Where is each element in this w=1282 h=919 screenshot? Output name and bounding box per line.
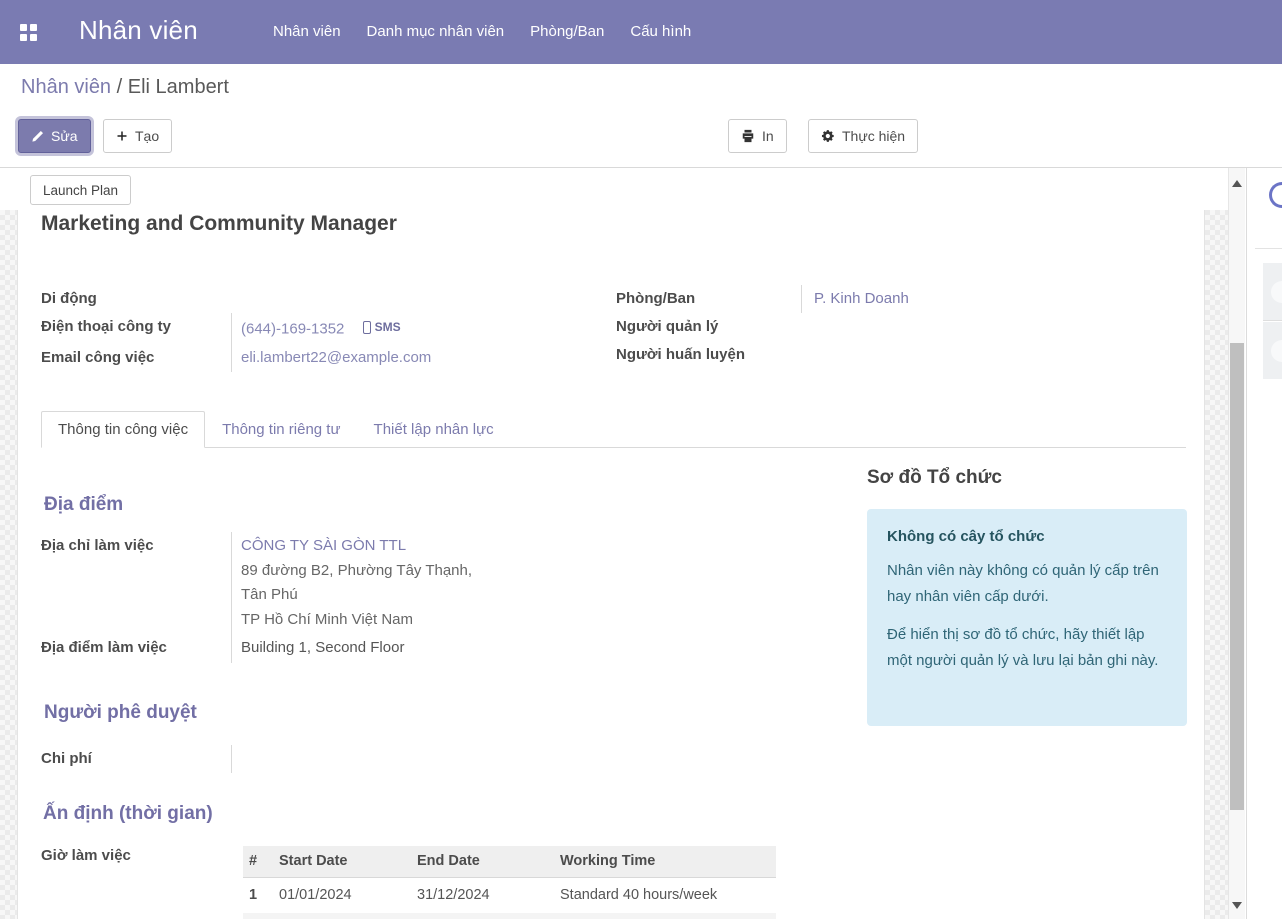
col-end-date: End Date bbox=[411, 846, 554, 877]
cell-end-date: 31/12/2024 bbox=[411, 877, 554, 913]
launch-plan-button[interactable]: Launch Plan bbox=[30, 175, 131, 205]
org-chart-empty-alert: Không có cây tổ chức Nhân viên này không… bbox=[867, 509, 1187, 726]
scrollbar-down-arrow[interactable] bbox=[1232, 902, 1242, 909]
cell-index: 1 bbox=[243, 877, 273, 913]
work-phone-value: (644)-169-1352 SMS bbox=[231, 313, 607, 344]
edit-button[interactable]: Sửa bbox=[18, 119, 91, 153]
work-hours-table: # Start Date End Date Working Time 1 01/… bbox=[243, 846, 776, 914]
work-location-value: Building 1, Second Floor bbox=[231, 634, 786, 663]
job-title: Marketing and Community Manager bbox=[41, 212, 397, 236]
tab-work-information[interactable]: Thông tin công việc bbox=[41, 411, 205, 448]
expense-label: Chi phí bbox=[41, 745, 231, 773]
menu-item-employees[interactable]: Nhân viên bbox=[273, 23, 341, 40]
department-value: P. Kinh Doanh bbox=[801, 285, 1046, 313]
org-chart-title: Sơ đồ Tổ chức bbox=[867, 467, 1002, 489]
breadcrumb-separator: / bbox=[117, 76, 128, 98]
control-panel: Nhân viên / Eli Lambert Sửa Tạo In Thực … bbox=[0, 64, 1282, 168]
breadcrumb-parent-link[interactable]: Nhân viên bbox=[21, 76, 111, 98]
work-email-value: eli.lambert22@example.com bbox=[231, 344, 607, 372]
field-row-work-email: Email công việc eli.lambert22@example.co… bbox=[41, 344, 607, 372]
field-row-work-address: Địa chỉ làm việc CÔNG TY SÀI GÒN TTL 89 … bbox=[41, 532, 786, 634]
work-address-label: Địa chỉ làm việc bbox=[41, 532, 231, 560]
work-phone-label: Điện thoại công ty bbox=[41, 313, 231, 341]
org-alert-text-2: Để hiển thị sơ đồ tổ chức, hãy thiết lập… bbox=[887, 622, 1167, 673]
col-index: # bbox=[243, 846, 273, 877]
scrollbar-thumb[interactable] bbox=[1230, 343, 1244, 810]
field-row-department: Phòng/Ban P. Kinh Doanh bbox=[616, 285, 1046, 313]
form-sheet: Marketing and Community Manager Di động … bbox=[17, 210, 1205, 919]
tab-hr-settings[interactable]: Thiết lập nhân lực bbox=[358, 412, 510, 447]
menu-item-departments[interactable]: Phòng/Ban bbox=[530, 23, 604, 40]
approvers-field-group: Chi phí bbox=[41, 745, 341, 773]
cell-working-time: Standard 40 hours/week bbox=[554, 877, 776, 913]
scrollbar-up-arrow[interactable] bbox=[1232, 180, 1242, 187]
printer-icon bbox=[741, 129, 755, 143]
sms-button[interactable]: SMS bbox=[363, 313, 401, 341]
vertical-scrollbar[interactable] bbox=[1228, 168, 1245, 919]
plus-icon bbox=[116, 130, 128, 142]
section-title-location: Địa điểm bbox=[44, 494, 123, 516]
section-title-schedule: Ấn định (thời gian) bbox=[43, 803, 213, 825]
top-navbar: Nhân viên Nhân viên Danh mục nhân viên P… bbox=[0, 0, 1282, 64]
field-row-mobile: Di động bbox=[41, 285, 607, 313]
work-hours-label: Giờ làm việc bbox=[41, 847, 131, 864]
work-address-value: CÔNG TY SÀI GÒN TTL 89 đường B2, Phường … bbox=[231, 532, 786, 634]
menu-item-employee-directory[interactable]: Danh mục nhân viên bbox=[367, 23, 505, 40]
hr-field-group: Phòng/Ban P. Kinh Doanh Người quản lý Ng… bbox=[616, 285, 1046, 369]
chatter-item bbox=[1263, 322, 1282, 379]
tab-private-information[interactable]: Thông tin riêng tư bbox=[206, 412, 356, 447]
create-button[interactable]: Tạo bbox=[103, 119, 172, 153]
org-alert-text-1: Nhân viên này không có quản lý cấp trên … bbox=[887, 558, 1167, 609]
chatter-side-panel bbox=[1246, 168, 1282, 919]
app-title[interactable]: Nhân viên bbox=[79, 15, 198, 46]
address-line: 89 đường B2, Phường Tây Thạnh, bbox=[241, 559, 786, 584]
location-field-group: Địa chỉ làm việc CÔNG TY SÀI GÒN TTL 89 … bbox=[41, 532, 786, 663]
expense-value bbox=[231, 745, 341, 773]
cell-start-date: 01/01/2024 bbox=[273, 877, 411, 913]
org-alert-title: Không có cây tổ chức bbox=[887, 528, 1167, 545]
section-title-approvers: Người phê duyệt bbox=[44, 702, 197, 724]
address-line: TP Hồ Chí Minh Việt Nam bbox=[241, 608, 786, 633]
field-row-manager: Người quản lý bbox=[616, 313, 1046, 341]
menu-item-configuration[interactable]: Cấu hình bbox=[630, 23, 691, 40]
chatter-item bbox=[1263, 263, 1282, 321]
panel-divider bbox=[1255, 248, 1282, 249]
field-row-expense: Chi phí bbox=[41, 745, 341, 773]
print-button[interactable]: In bbox=[728, 119, 787, 153]
gear-icon bbox=[821, 129, 835, 143]
mobile-label: Di động bbox=[41, 285, 231, 313]
department-link[interactable]: P. Kinh Doanh bbox=[814, 290, 909, 307]
breadcrumb-current: Eli Lambert bbox=[128, 76, 229, 98]
button-box-strip: Launch Plan bbox=[0, 168, 1228, 210]
field-row-coach: Người huấn luyện bbox=[616, 341, 1046, 369]
coach-label: Người huấn luyện bbox=[616, 341, 801, 369]
work-hours-header-row: # Start Date End Date Working Time bbox=[243, 846, 776, 877]
field-row-work-phone: Điện thoại công ty (644)-169-1352 SMS bbox=[41, 313, 607, 344]
col-working-time: Working Time bbox=[554, 846, 776, 877]
pencil-icon bbox=[31, 130, 44, 143]
main-menu: Nhân viên Danh mục nhân viên Phòng/Ban C… bbox=[273, 23, 691, 40]
mobile-phone-icon bbox=[363, 321, 371, 334]
work-location-label: Địa điểm làm việc bbox=[41, 634, 231, 662]
work-email-link[interactable]: eli.lambert22@example.com bbox=[241, 349, 431, 366]
apps-grid-icon[interactable] bbox=[20, 24, 37, 41]
company-link[interactable]: CÔNG TY SÀI GÒN TTL bbox=[241, 534, 786, 559]
notebook-tabs: Thông tin công việc Thông tin riêng tư T… bbox=[41, 410, 1186, 448]
breadcrumb: Nhân viên / Eli Lambert bbox=[21, 76, 229, 99]
contact-field-group: Di động Điện thoại công ty (644)-169-135… bbox=[41, 285, 607, 372]
work-phone-link[interactable]: (644)-169-1352 bbox=[241, 321, 344, 338]
department-label: Phòng/Ban bbox=[616, 285, 801, 313]
col-start-date: Start Date bbox=[273, 846, 411, 877]
address-line: Tân Phú bbox=[241, 583, 786, 608]
manager-label: Người quản lý bbox=[616, 313, 801, 341]
work-hours-next-row-partial bbox=[243, 913, 776, 919]
field-row-work-location: Địa điểm làm việc Building 1, Second Flo… bbox=[41, 634, 786, 663]
work-email-label: Email công việc bbox=[41, 344, 231, 372]
work-hours-row[interactable]: 1 01/01/2024 31/12/2024 Standard 40 hour… bbox=[243, 877, 776, 913]
avatar-circle-icon[interactable] bbox=[1269, 182, 1282, 208]
action-button[interactable]: Thực hiện bbox=[808, 119, 918, 153]
